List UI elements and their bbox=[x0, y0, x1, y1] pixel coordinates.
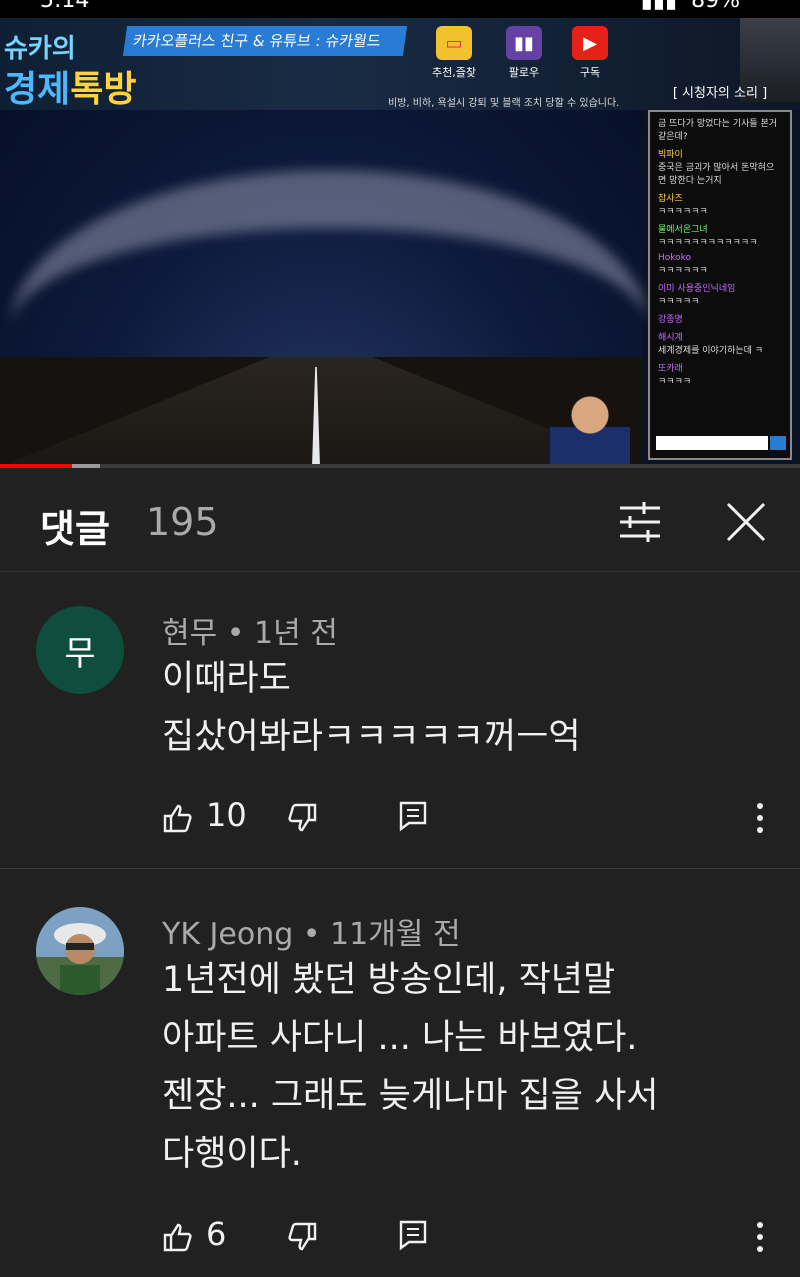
comments-header: 댓글 195 bbox=[0, 468, 800, 572]
status-time: 5:14 bbox=[40, 0, 90, 13]
comment-meta: YK Jeong • 11개월 전 bbox=[162, 917, 461, 952]
follow-badge: ▮▮ 팔로우 bbox=[494, 26, 554, 80]
comment-author[interactable]: 현무 bbox=[162, 616, 217, 651]
youtube-icon: ▶ bbox=[572, 26, 608, 60]
reply-button[interactable] bbox=[398, 1219, 428, 1251]
chat-line: 금 뜨다가 망었다는 기사들 본거같은데? bbox=[658, 119, 778, 142]
chat-line: 물에서온그녀 ㅋㅋㅋㅋㅋㅋㅋㅋㅋㅋㅋㅋ bbox=[658, 225, 758, 248]
thumbs-down-icon bbox=[288, 803, 317, 832]
status-bar: 5:14 ▮▮▮ 89% bbox=[0, 0, 800, 18]
comment-text: 이때라도 집샀어봐라ㅋㅋㅋㅋㅋ꺼ㅡ억 bbox=[162, 659, 581, 757]
chat-line: 찹사즈 ㅋㅋㅋㅋㅋㅋ bbox=[658, 194, 708, 217]
avatar[interactable] bbox=[36, 907, 124, 995]
promo-banner: 카카오플러스 친구 & 유튜브 : 슈카월드 bbox=[122, 26, 408, 56]
dislike-button[interactable] bbox=[286, 802, 318, 834]
chat-send bbox=[770, 436, 786, 450]
more-options-button[interactable] bbox=[746, 800, 774, 836]
comment-author[interactable]: YK Jeong bbox=[162, 917, 293, 952]
twitch-icon: ▮▮ bbox=[506, 26, 542, 60]
subscribe-badge: ▶ 구독 bbox=[560, 26, 620, 80]
comment-text: 1년전에 봤던 방송인데, 작년말 아파트 사다니 ... 나는 바보였다. 젠… bbox=[162, 960, 659, 1174]
like-count: 10 bbox=[206, 796, 247, 834]
sliders-icon bbox=[620, 502, 660, 542]
chat-warning: 비방, 비하, 욕설시 강퇴 및 블랙 조치 당할 수 있습니다. bbox=[388, 98, 620, 109]
more-vert-icon bbox=[757, 803, 763, 833]
thumbs-up-icon bbox=[163, 804, 192, 833]
battery-level: 89% bbox=[691, 0, 740, 13]
stream-chat: 금 뜨다가 망었다는 기사들 본거같은데? 빅파이 중국은 금괴가 많아서 돈막혀… bbox=[648, 110, 792, 460]
video-player[interactable]: 슈카의 경제톡방 카카오플러스 친구 & 유튜브 : 슈카월드 ▭ 추천,즐찾 … bbox=[0, 18, 800, 467]
chat-input bbox=[656, 436, 768, 450]
comments-count: 195 bbox=[146, 500, 219, 544]
chat-line: 빅파이 중국은 금괴가 많아서 돈막혀으면 망한다 는거지 bbox=[658, 150, 775, 186]
reply-icon bbox=[399, 1220, 427, 1251]
chat-line: 강종명 bbox=[658, 315, 683, 325]
like-button[interactable] bbox=[162, 1221, 194, 1253]
show-title-line2: 경제톡방 bbox=[4, 69, 137, 110]
recommend-icon: ▭ bbox=[436, 26, 472, 60]
close-icon bbox=[726, 502, 766, 542]
sort-filter-button[interactable] bbox=[616, 500, 664, 544]
reply-icon bbox=[399, 801, 427, 832]
like-count: 6 bbox=[206, 1215, 227, 1253]
chat-line: Hokoko ㅋㅋㅋㅋㅋㅋ bbox=[658, 253, 708, 276]
more-options-button[interactable] bbox=[746, 1219, 774, 1255]
dislike-button[interactable] bbox=[286, 1221, 318, 1253]
comment-time: 1년 전 bbox=[253, 616, 338, 651]
comment-item: 무 현무 • 1년 전 이때라도 집샀어봐라ㅋㅋㅋㅋㅋ꺼ㅡ억 10 bbox=[0, 572, 800, 868]
close-comments-button[interactable] bbox=[722, 498, 770, 546]
streamer-webcam bbox=[550, 387, 630, 467]
chat-title: [ 시청자의 소리 ] bbox=[672, 86, 768, 101]
comment-time: 11개월 전 bbox=[330, 917, 461, 952]
avatar[interactable]: 무 bbox=[36, 606, 124, 694]
profile-photo bbox=[36, 907, 124, 995]
comment-actions: 10 bbox=[162, 796, 782, 840]
like-button[interactable] bbox=[162, 802, 194, 834]
comment-item: YK Jeong • 11개월 전 1년전에 봤던 방송인데, 작년말 아파트 … bbox=[0, 869, 800, 1277]
reply-button[interactable] bbox=[398, 800, 428, 832]
chat-line: 이미 사용중인닉네임 ㅋㅋㅋㅋㅋ bbox=[658, 284, 736, 307]
thumbs-down-icon bbox=[288, 1222, 317, 1251]
night-sky-scene bbox=[0, 110, 650, 467]
chat-line: 해시계 세계경제를 이야기하는데 ㅋ bbox=[658, 333, 764, 356]
recommend-badge: ▭ 추천,즐찾 bbox=[424, 26, 484, 80]
thumbs-up-icon bbox=[163, 1223, 192, 1252]
more-vert-icon bbox=[757, 1222, 763, 1252]
signal-icon: ▮▮▮ bbox=[640, 0, 678, 13]
chat-line: 또카래 ㅋㅋㅋㅋ bbox=[658, 364, 692, 387]
comment-meta: 현무 • 1년 전 bbox=[162, 616, 338, 651]
comment-actions: 6 bbox=[162, 1215, 782, 1259]
comments-title: 댓글 bbox=[40, 507, 110, 551]
